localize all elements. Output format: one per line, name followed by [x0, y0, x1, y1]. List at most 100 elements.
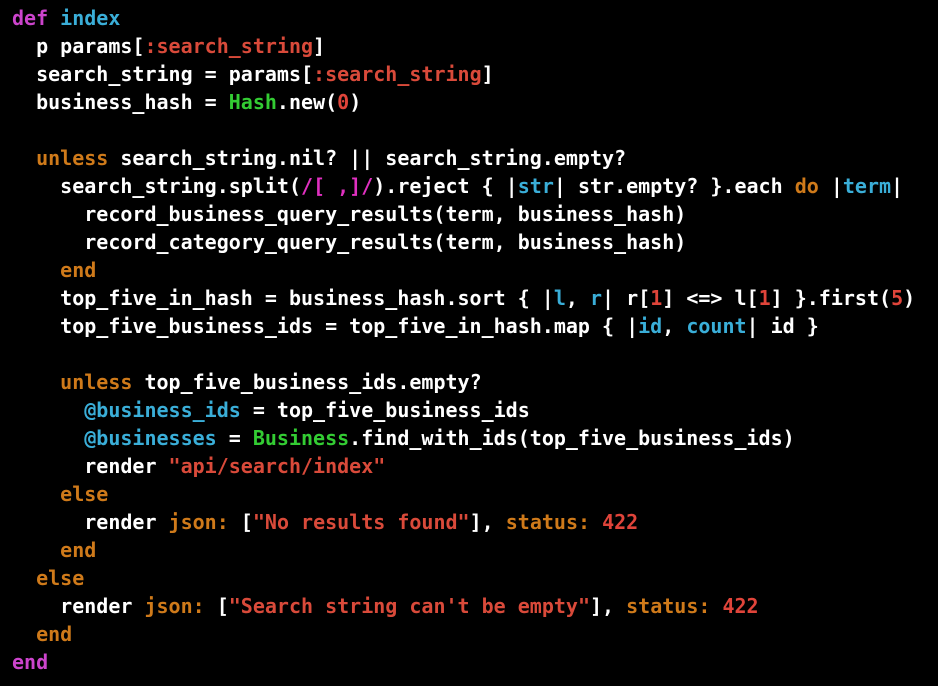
- code-token-plain: |: [891, 174, 904, 198]
- code-token-plain: | id }: [746, 314, 819, 338]
- code-token-plain: | r[: [602, 286, 651, 310]
- code-token-string: "Search string can't be empty": [228, 594, 590, 618]
- code-token-ident: l: [553, 286, 566, 310]
- code-token-control: do: [794, 174, 819, 198]
- code-token-control: json:: [144, 594, 205, 618]
- code-token-control: json:: [168, 510, 229, 534]
- code-token-plain: p params[: [12, 34, 145, 58]
- code-token-plain: ] <=> l[: [662, 286, 759, 310]
- code-editor[interactable]: def index p params[:search_string] searc…: [0, 0, 938, 686]
- code-token-number: 1: [758, 286, 771, 310]
- code-token-control: status:: [505, 510, 591, 534]
- code-body[interactable]: def index p params[:search_string] searc…: [12, 4, 938, 676]
- code-line[interactable]: unless top_five_business_ids.empty?: [12, 368, 938, 396]
- code-token-plain: ): [349, 90, 362, 114]
- code-token-regex: /[ ,]/: [300, 174, 374, 198]
- code-token-ident: term: [842, 174, 892, 198]
- code-token-plain: ]: [313, 34, 326, 58]
- code-token-number: 0: [337, 90, 350, 114]
- code-line[interactable]: else: [12, 564, 938, 592]
- code-token-constant: Business: [252, 426, 350, 450]
- code-token-number: 422: [722, 594, 759, 618]
- code-token-plain: ): [903, 286, 916, 310]
- code-line[interactable]: end: [12, 536, 938, 564]
- code-token-plain: render: [12, 594, 145, 618]
- code-line[interactable]: p params[:search_string]: [12, 32, 938, 60]
- code-line[interactable]: def index: [12, 4, 938, 32]
- code-token-plain: ).reject { |: [373, 174, 518, 198]
- code-token-plain: =: [216, 426, 253, 450]
- code-token-string: "api/search/index": [168, 454, 386, 478]
- code-token-plain: top_five_business_ids.empty?: [132, 370, 482, 394]
- code-token-ident: index: [60, 6, 121, 30]
- code-token-control: status:: [626, 594, 711, 618]
- code-token-plain: search_string = params[: [12, 62, 314, 86]
- code-token-plain: top_five_in_hash = business_hash.sort { …: [12, 286, 554, 310]
- code-token-ident: r: [590, 286, 603, 310]
- code-token-plain: record_business_query_results(term, busi…: [12, 202, 687, 226]
- code-token-plain: ]: [481, 62, 494, 86]
- code-line[interactable]: render json: ["Search string can't be em…: [12, 592, 938, 620]
- code-token-plain: ],: [469, 510, 506, 534]
- code-token-plain: render: [12, 454, 169, 478]
- code-line[interactable]: search_string.split(/[ ,]/).reject { |st…: [12, 172, 938, 200]
- code-token-plain: | str.empty? }.each: [553, 174, 795, 198]
- code-token-plain: search_string.split(: [12, 174, 301, 198]
- code-token-control: end: [12, 538, 97, 562]
- code-token-keyword: def: [12, 6, 61, 30]
- code-token-control: unless: [12, 146, 109, 170]
- code-token-plain: search_string.nil? || search_string.empt…: [108, 146, 627, 170]
- code-line[interactable]: search_string = params[:search_string]: [12, 60, 938, 88]
- code-token-control: end: [12, 622, 73, 646]
- code-line[interactable]: top_five_business_ids = top_five_in_hash…: [12, 312, 938, 340]
- code-token-control: unless: [12, 370, 133, 394]
- code-token-plain: render: [12, 510, 169, 534]
- code-line[interactable]: end: [12, 648, 938, 676]
- code-token-ivar: @businesses: [12, 426, 217, 450]
- code-token-plain: [: [228, 510, 253, 534]
- code-line[interactable]: [12, 340, 938, 368]
- code-line[interactable]: render json: ["No results found"], statu…: [12, 508, 938, 536]
- code-token-control: else: [12, 482, 109, 506]
- code-line[interactable]: @businesses = Business.find_with_ids(top…: [12, 424, 938, 452]
- code-token-plain: ] }.first(: [770, 286, 892, 310]
- code-token-number: 422: [602, 510, 639, 534]
- code-token-constant: Hash: [228, 90, 277, 114]
- code-token-number: 1: [650, 286, 663, 310]
- code-token-plain: ],: [590, 594, 627, 618]
- code-token-control: end: [12, 258, 97, 282]
- code-token-keyword: end: [12, 650, 49, 674]
- code-token-plain: record_category_query_results(term, busi…: [12, 230, 687, 254]
- code-token-plain: [: [204, 594, 229, 618]
- code-line[interactable]: unless search_string.nil? || search_stri…: [12, 144, 938, 172]
- code-token-string: :search_string: [313, 62, 482, 86]
- code-token-plain: ,: [662, 314, 687, 338]
- code-token-plain: ,: [565, 286, 590, 310]
- code-token-plain: = top_five_business_ids: [240, 398, 530, 422]
- code-token-plain: |: [818, 174, 843, 198]
- code-line[interactable]: end: [12, 256, 938, 284]
- code-token-ivar: @business_ids: [12, 398, 241, 422]
- code-token-number: 5: [891, 286, 904, 310]
- code-token-string: :search_string: [144, 34, 314, 58]
- code-token-string: "No results found": [252, 510, 470, 534]
- code-token-plain: .find_with_ids(top_five_business_ids): [349, 426, 795, 450]
- code-token-ident: id: [638, 314, 663, 338]
- code-line[interactable]: record_category_query_results(term, busi…: [12, 228, 938, 256]
- code-line[interactable]: render "api/search/index": [12, 452, 938, 480]
- code-token-ident: str: [517, 174, 554, 198]
- code-token-plain: .new(: [276, 90, 338, 114]
- code-line[interactable]: record_business_query_results(term, busi…: [12, 200, 938, 228]
- code-token-plain: top_five_business_ids = top_five_in_hash…: [12, 314, 639, 338]
- code-token-control: else: [12, 566, 85, 590]
- code-line[interactable]: @business_ids = top_five_business_ids: [12, 396, 938, 424]
- code-line[interactable]: end: [12, 620, 938, 648]
- code-token-plain: business_hash =: [12, 90, 229, 114]
- code-line[interactable]: [12, 116, 938, 144]
- code-line[interactable]: else: [12, 480, 938, 508]
- code-line[interactable]: top_five_in_hash = business_hash.sort { …: [12, 284, 938, 312]
- code-token-ident: count: [686, 314, 747, 338]
- code-line[interactable]: business_hash = Hash.new(0): [12, 88, 938, 116]
